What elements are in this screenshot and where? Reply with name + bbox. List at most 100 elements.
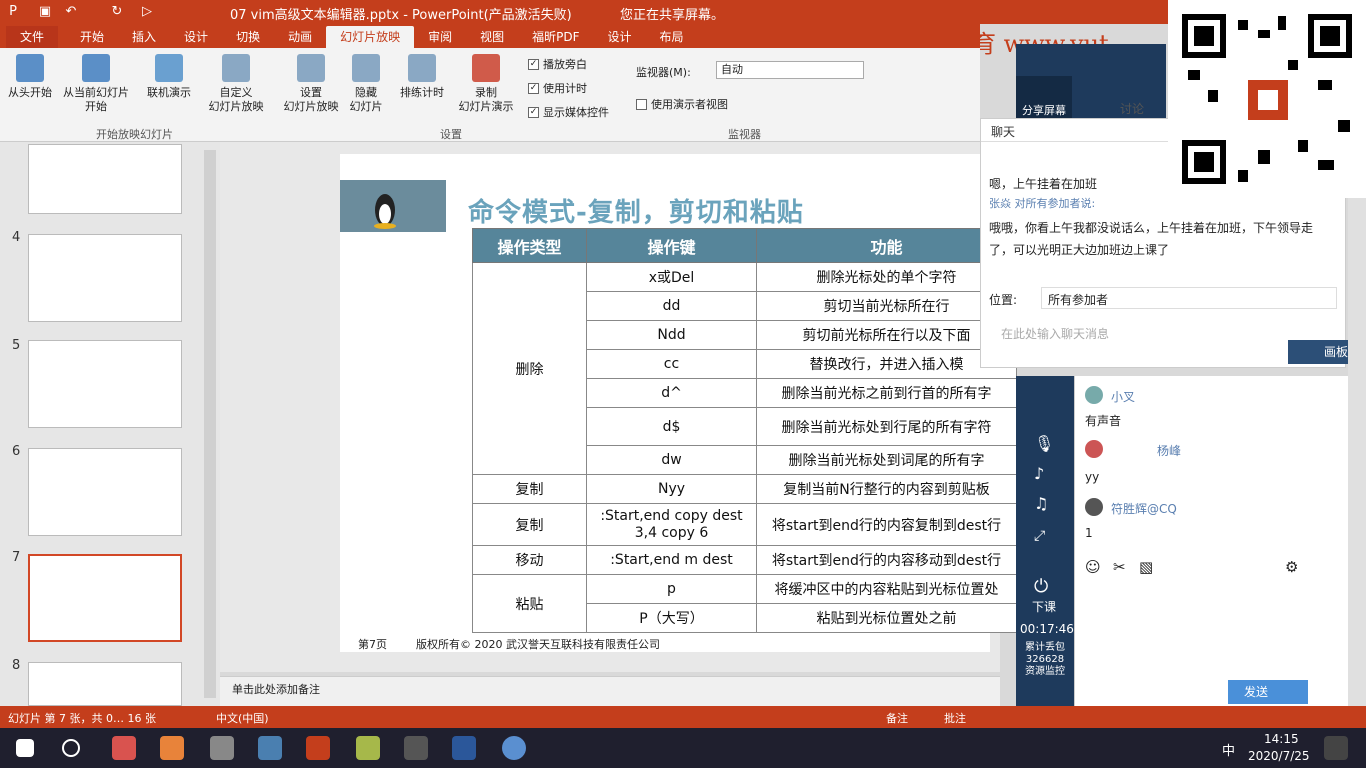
tab-layout[interactable]: 布局 bbox=[646, 26, 698, 48]
setup-icon bbox=[297, 54, 325, 82]
custom-show-icon bbox=[222, 54, 250, 82]
qr-code bbox=[1168, 0, 1366, 198]
header-op-key: 操作键 bbox=[586, 228, 757, 263]
tab-discuss[interactable]: 讨论 bbox=[1120, 100, 1144, 117]
current-slide-icon bbox=[82, 54, 110, 82]
tab-foxit-pdf[interactable]: 福昕PDF bbox=[518, 26, 593, 48]
emoji-icon[interactable]: ☺ bbox=[1085, 558, 1101, 576]
image-icon[interactable]: ▧ bbox=[1139, 558, 1153, 576]
from-beginning-button[interactable]: 从头开始 bbox=[4, 54, 56, 100]
scissors-icon[interactable]: ✂ bbox=[1113, 558, 1126, 576]
show-media-controls-checkbox[interactable]: ✓ 显示媒体控件 bbox=[528, 104, 609, 120]
comments-button[interactable]: 批注 bbox=[944, 710, 966, 726]
record-slideshow-button[interactable]: 录制 幻灯片演示 bbox=[448, 54, 524, 114]
tab-insert[interactable]: 插入 bbox=[118, 26, 170, 48]
recipient-label: 位置: bbox=[989, 293, 1018, 307]
present-online-button[interactable]: 联机演示 bbox=[140, 54, 198, 100]
powerpoint-icon: P bbox=[9, 4, 17, 19]
user-name: 杨峰 bbox=[1157, 444, 1182, 458]
table-cell-func: 将缓冲区中的内容粘贴到光标位置处 bbox=[756, 574, 1017, 604]
user-message: 1 bbox=[1085, 526, 1093, 540]
record-icon bbox=[472, 54, 500, 82]
setup-slideshow-button[interactable]: 设置 幻灯片放映 bbox=[278, 54, 344, 114]
end-class-button[interactable]: 下课 bbox=[1032, 598, 1056, 615]
speaker-icon[interactable]: ♪ bbox=[1034, 464, 1044, 483]
fullscreen-icon[interactable]: ⤢ bbox=[1034, 528, 1045, 544]
clock-date[interactable]: 2020/7/25 bbox=[1248, 749, 1310, 763]
tab-view[interactable]: 视图 bbox=[466, 26, 518, 48]
group-paste: 粘贴 bbox=[472, 574, 587, 633]
table-cell-key: Nyy bbox=[586, 474, 757, 504]
share-screen-button[interactable]: 分享屏幕 bbox=[1016, 76, 1072, 120]
tab-slideshow[interactable]: 幻灯片放映 bbox=[326, 26, 415, 48]
side-scrollbar[interactable] bbox=[1348, 198, 1366, 706]
table-cell-func: 替换改行，并进入插入模 bbox=[756, 349, 1017, 379]
recipient-select[interactable]: 所有参加者 bbox=[1041, 287, 1337, 309]
globe-icon bbox=[155, 54, 183, 82]
notes-button[interactable]: 备注 bbox=[886, 710, 908, 726]
powerpoint-icon[interactable] bbox=[306, 736, 330, 760]
app-icon[interactable] bbox=[112, 736, 136, 760]
slideshow-start-icon[interactable]: ▷ bbox=[138, 3, 156, 21]
presenter-view-checkbox[interactable]: 使用演示者视图 bbox=[636, 96, 728, 112]
tab-review[interactable]: 审阅 bbox=[414, 26, 466, 48]
ribbon-tabs: 文件 开始 插入 设计 切换 动画 幻灯片放映 审阅 视图 福昕PDF 设计 布… bbox=[0, 24, 980, 48]
notification-icon[interactable] bbox=[1324, 736, 1348, 760]
slide-thumbnail[interactable] bbox=[28, 340, 182, 428]
chat-input[interactable]: 在此处输入聊天消息 bbox=[1001, 325, 1109, 342]
save-icon[interactable]: ▣ bbox=[36, 3, 54, 21]
windows-start-icon[interactable] bbox=[16, 739, 34, 757]
avatar bbox=[1085, 440, 1103, 458]
microphone-icon[interactable]: 🎙 bbox=[1034, 434, 1054, 453]
send-button[interactable]: 发送 bbox=[1228, 680, 1308, 704]
music-icon[interactable]: ♫ bbox=[1034, 494, 1048, 513]
notes-placeholder: 单击此处添加备注 bbox=[232, 683, 320, 696]
browser-icon[interactable] bbox=[502, 736, 526, 760]
slide-thumbnail[interactable] bbox=[28, 234, 182, 322]
from-current-slide-button[interactable]: 从当前幻灯片 开始 bbox=[58, 54, 134, 114]
slide-thumbnail[interactable] bbox=[28, 448, 182, 536]
ime-indicator[interactable]: 中 bbox=[1222, 740, 1235, 759]
slide-thumbnail[interactable] bbox=[28, 662, 182, 706]
rehearse-timings-button[interactable]: 排练计时 bbox=[392, 54, 452, 100]
word-icon[interactable] bbox=[452, 736, 476, 760]
thumbnails-scrollbar[interactable] bbox=[204, 150, 216, 698]
slide-thumbnail[interactable] bbox=[28, 144, 182, 214]
table-cell-key: x或Del bbox=[586, 262, 757, 292]
tab-transitions[interactable]: 切换 bbox=[222, 26, 274, 48]
slide-page-number: 第7页 bbox=[358, 638, 387, 651]
app-icon[interactable] bbox=[160, 736, 184, 760]
language-indicator[interactable]: 中文(中国) bbox=[216, 710, 269, 726]
app-icon[interactable] bbox=[258, 736, 282, 760]
app-icon[interactable] bbox=[356, 736, 380, 760]
clock-time[interactable]: 14:15 bbox=[1264, 732, 1299, 746]
undo-icon[interactable]: ↶ bbox=[62, 3, 80, 21]
monitor-select[interactable]: 自动 bbox=[716, 61, 864, 79]
end-class-icon[interactable]: ⏻ bbox=[1034, 576, 1048, 597]
tab-table-design[interactable]: 设计 bbox=[594, 26, 646, 48]
tab-animations[interactable]: 动画 bbox=[274, 26, 326, 48]
packet-loss-stats: 累计丢包 326628 资源监控 bbox=[1025, 642, 1065, 677]
tab-file[interactable]: 文件 bbox=[6, 26, 59, 48]
use-timings-checkbox[interactable]: ✓ 使用计时 bbox=[528, 80, 587, 96]
table-cell-func: 将start到end行的内容移动到dest行 bbox=[756, 545, 1017, 575]
app-icon[interactable] bbox=[210, 736, 234, 760]
windows-taskbar: 中 14:15 2020/7/25 bbox=[0, 728, 1366, 768]
search-icon[interactable] bbox=[62, 739, 80, 757]
tab-home[interactable]: 开始 bbox=[66, 26, 118, 48]
redo-icon[interactable]: ↻ bbox=[108, 3, 126, 21]
slide-thumbnails-pane: 4 5 6 7 8 bbox=[0, 142, 220, 706]
table-cell-func: 删除当前光标之前到行首的所有字 bbox=[756, 378, 1017, 408]
tab-design[interactable]: 设计 bbox=[170, 26, 222, 48]
slide-thumbnail-selected[interactable] bbox=[28, 554, 182, 642]
monitor-label: 监视器(M): bbox=[636, 66, 691, 79]
notes-pane[interactable]: 单击此处添加备注 bbox=[220, 676, 1000, 706]
settings-icon[interactable]: ⚙ bbox=[1285, 558, 1298, 576]
avatar bbox=[1085, 498, 1103, 516]
play-narrations-checkbox[interactable]: ✓ 播放旁白 bbox=[528, 56, 587, 72]
custom-slideshow-button[interactable]: 自定义 幻灯片放映 bbox=[196, 54, 276, 114]
header-op-type: 操作类型 bbox=[472, 228, 587, 263]
hide-slide-button[interactable]: 隐藏 幻灯片 bbox=[344, 54, 388, 114]
app-icon[interactable] bbox=[404, 736, 428, 760]
table-cell-key: dw bbox=[586, 445, 757, 475]
